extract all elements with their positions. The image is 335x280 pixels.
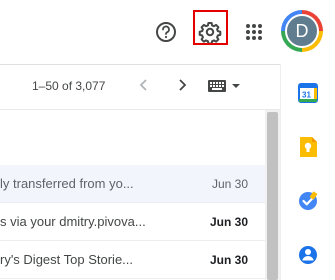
apps-grid-icon	[246, 24, 262, 40]
older-page-button[interactable]	[168, 71, 196, 99]
support-button[interactable]	[146, 12, 186, 52]
calendar-day: 31	[302, 91, 311, 100]
list-toolbar: 1–50 of 3,077	[0, 65, 280, 109]
message-date: Jun 30	[209, 215, 248, 229]
message-row[interactable]: ry's Digest Top Storie... Jun 30	[0, 241, 265, 279]
message-date: Jun 30	[211, 177, 248, 191]
gmail-window: D 1–50 of 3,077 ly transferred from yo..…	[0, 0, 335, 280]
newer-page-button[interactable]	[130, 71, 158, 99]
chevron-right-icon	[179, 79, 187, 91]
avatar[interactable]: D	[285, 14, 319, 48]
message-list: ly transferred from yo... Jun 30 s via y…	[0, 165, 265, 279]
google-apps-button[interactable]	[234, 12, 274, 52]
tasks-app-button[interactable]	[288, 181, 328, 221]
message-row[interactable]: ly transferred from yo... Jun 30	[0, 165, 265, 203]
message-snippet: ry's Digest Top Storie...	[0, 252, 134, 267]
toolbar-divider	[0, 109, 280, 110]
message-date: Jun 30	[209, 253, 248, 267]
calendar-icon: 31	[298, 83, 318, 103]
calendar-app-button[interactable]: 31	[288, 73, 328, 113]
contacts-icon	[299, 246, 317, 264]
tasks-icon	[299, 191, 318, 210]
message-row[interactable]: s via your dmitry.pivova... Jun 30	[0, 203, 265, 241]
message-snippet: ly transferred from yo...	[0, 176, 134, 191]
pagination-range: 1–50 of 3,077	[32, 79, 106, 93]
input-tools-button[interactable]	[206, 77, 246, 95]
scrollbar-thumb[interactable]	[267, 112, 278, 280]
chevron-left-icon	[139, 79, 147, 91]
dropdown-caret-icon	[232, 84, 240, 88]
contacts-app-button[interactable]	[288, 235, 328, 275]
keep-app-button[interactable]	[288, 127, 328, 167]
message-snippet: s via your dmitry.pivova...	[0, 214, 146, 229]
keyboard-icon	[208, 80, 240, 92]
keep-icon	[300, 137, 317, 157]
help-circle-icon	[156, 22, 176, 42]
settings-highlight-box	[193, 10, 228, 45]
